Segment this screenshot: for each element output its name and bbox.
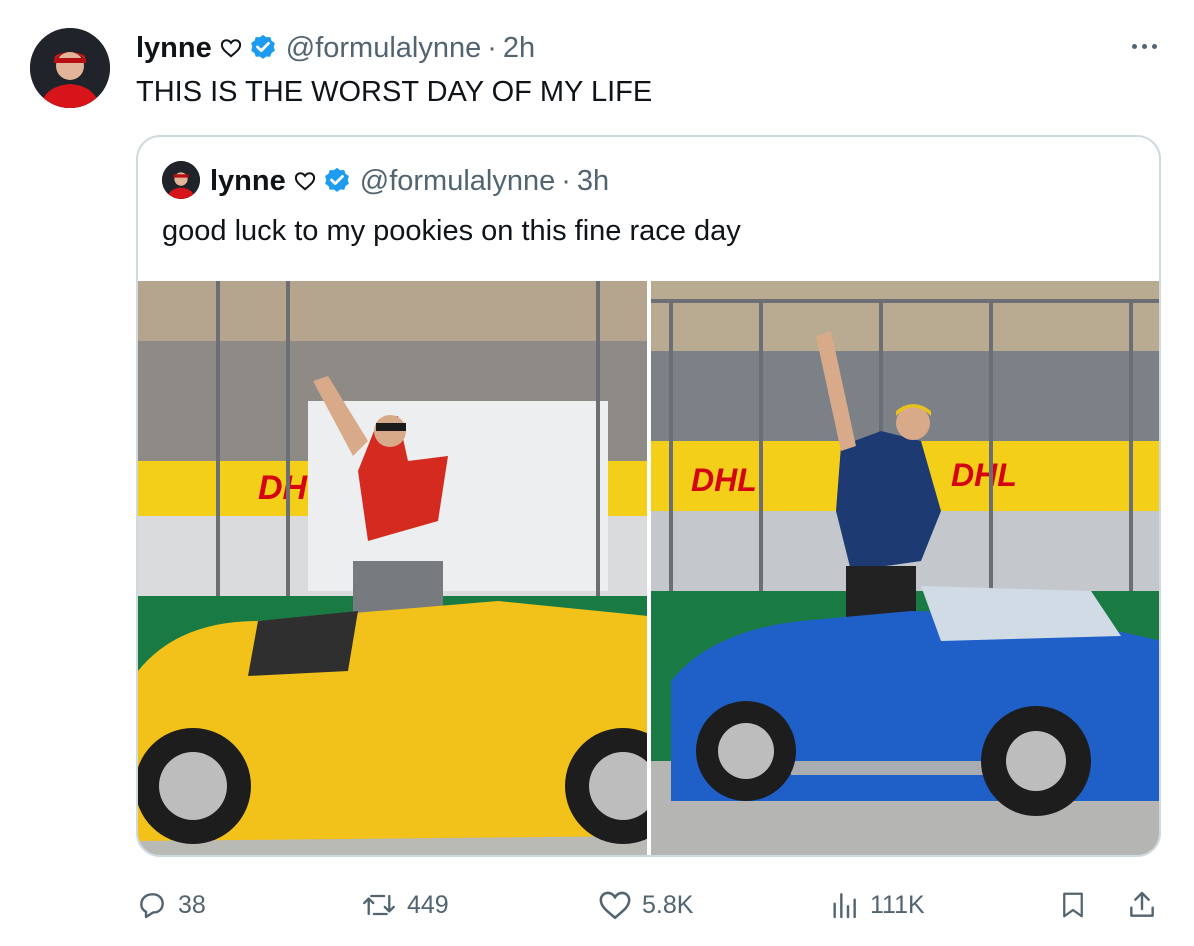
verified-badge-icon (322, 166, 352, 196)
tweet-text: THIS IS THE WORST DAY OF MY LIFE (136, 76, 653, 108)
quoted-tweet[interactable]: lynne @formulalynne · 3h good luck to my… (136, 135, 1161, 857)
views-count: 111K (870, 890, 925, 919)
reply-count: 38 (178, 890, 206, 919)
author-name[interactable]: lynne (136, 32, 212, 65)
separator-dot: · (487, 31, 497, 64)
photo-blue-car[interactable]: DHL DHL (650, 281, 1159, 855)
share-icon (1126, 889, 1158, 921)
quoted-author-avatar (162, 161, 200, 199)
quoted-tweet-timestamp: 3h (576, 164, 610, 197)
verified-badge-icon (248, 33, 278, 63)
heart-outline-icon (294, 171, 316, 191)
like-button[interactable]: 5.8K (598, 880, 693, 930)
separator-dot: · (561, 164, 571, 197)
quoted-author-name: lynne (210, 164, 286, 197)
bookmark-icon (1058, 889, 1088, 921)
author-handle[interactable]: @formulalynne (286, 32, 481, 65)
quoted-tweet-text: good luck to my pookies on this fine rac… (162, 215, 741, 247)
like-heart-icon (598, 889, 632, 921)
views-button[interactable]: 111K (828, 880, 925, 930)
repost-button[interactable]: 449 (361, 880, 449, 930)
quoted-tweet-header: lynne @formulalynne · 3h (210, 163, 609, 199)
svg-text:DHL: DHL (691, 462, 757, 498)
photo-yellow-car[interactable]: DHL (138, 281, 647, 855)
tweet-header: lynne @formulalynne · 2h (136, 29, 535, 67)
bookmark-button[interactable] (1058, 880, 1088, 930)
repost-count: 449 (407, 890, 449, 919)
tweet-action-bar: 38 449 5.8K 111K (136, 880, 1166, 930)
tweet-timestamp[interactable]: 2h (503, 32, 535, 65)
quoted-media-grid: DHL DHL DHL (138, 281, 1159, 855)
share-button[interactable] (1126, 880, 1158, 930)
reply-button[interactable]: 38 (136, 880, 206, 930)
views-chart-icon (828, 889, 860, 921)
author-avatar[interactable] (30, 28, 110, 108)
reply-icon (136, 889, 168, 921)
heart-outline-icon (220, 38, 242, 58)
repost-icon (361, 889, 397, 921)
like-count: 5.8K (642, 890, 694, 919)
svg-text:DHL: DHL (951, 457, 1017, 493)
quoted-author-handle: @formulalynne (359, 164, 556, 197)
more-options-icon[interactable] (1126, 36, 1162, 56)
